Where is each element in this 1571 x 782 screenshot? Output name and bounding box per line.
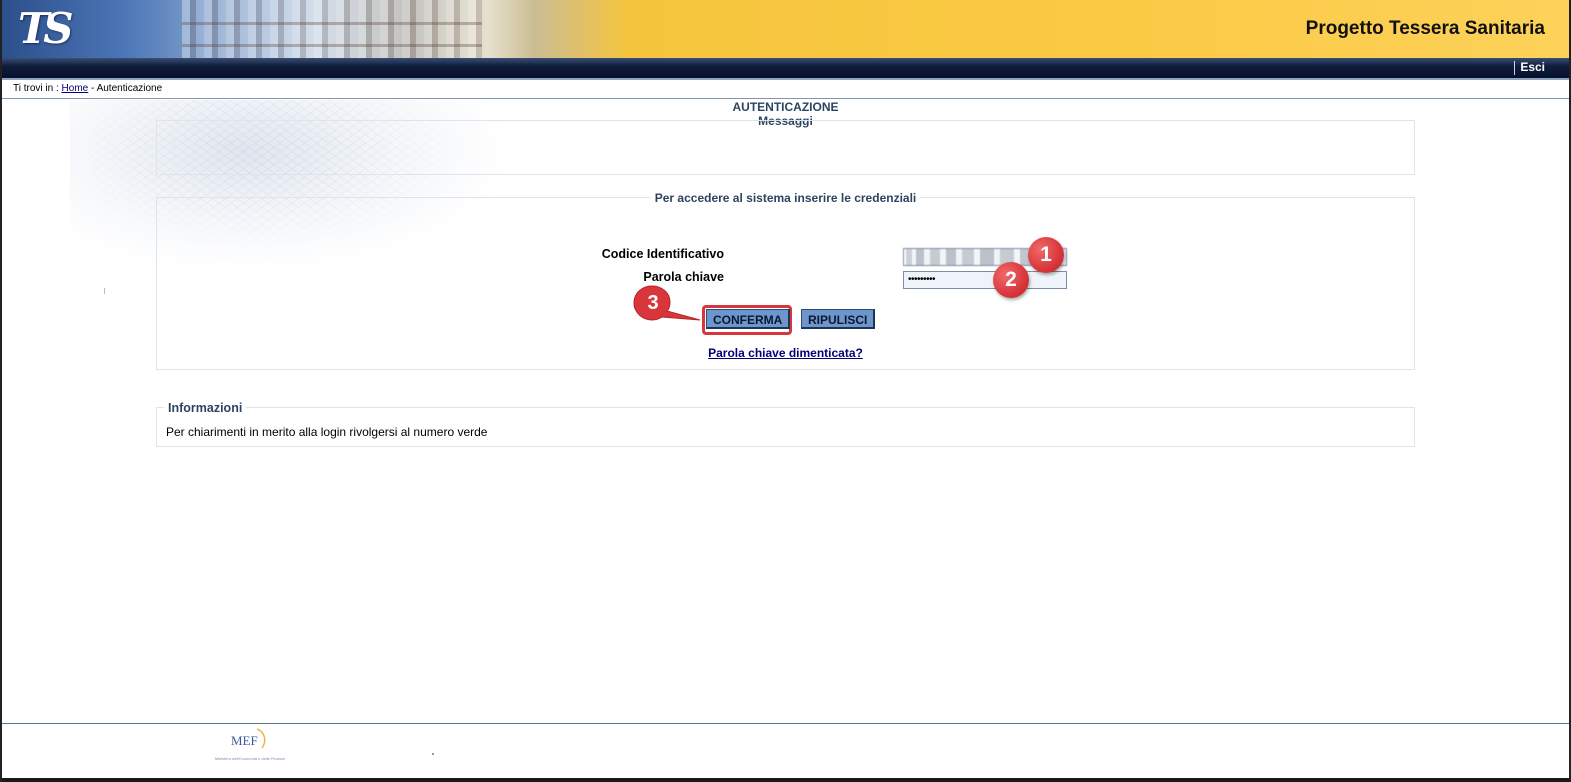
banner-shelf — [182, 44, 482, 47]
breadcrumb-divider — [2, 98, 1569, 99]
logout-link[interactable]: Esci — [1520, 60, 1545, 74]
mef-logo-subtitle: Ministero dell'Economia e delle Finanze — [214, 756, 286, 761]
info-text: Per chiarimenti in merito alla login riv… — [166, 425, 488, 439]
footer-mark — [432, 753, 434, 755]
app-title: Progetto Tessera Sanitaria — [1305, 18, 1545, 39]
forgot-password: Parola chiave dimenticata? — [0, 346, 1571, 360]
annotation-badge-1: 1 — [1028, 237, 1064, 273]
page-title: AUTENTICAZIONE — [732, 100, 839, 114]
info-legend: Informazioni — [164, 401, 247, 415]
password-label: Parola chiave — [643, 270, 724, 284]
reset-button[interactable]: RIPULISCI — [801, 309, 876, 329]
confirm-button[interactable]: CONFERMA — [706, 309, 791, 329]
login-box — [156, 197, 1415, 370]
stray-mark — [104, 288, 105, 294]
mef-logo-arc — [256, 728, 266, 749]
annotation-badge-3: 3 — [647, 292, 659, 314]
login-title-text: Per accedere al sistema inserire le cred… — [650, 191, 921, 205]
breadcrumb-separator: - — [91, 83, 95, 94]
top-navbar — [2, 58, 1569, 78]
user-id-label: Codice Identificativo — [601, 247, 724, 261]
breadcrumb-home-link[interactable]: Home — [62, 83, 89, 94]
messages-box — [156, 120, 1415, 175]
header-banner: TS Progetto Tessera Sanitaria — [2, 0, 1569, 58]
mef-logo-text: MEF — [231, 733, 258, 748]
annotation-badge-2: 2 — [993, 262, 1029, 298]
footer-bottom-border — [2, 778, 1569, 782]
banner-shelf — [182, 22, 482, 25]
navbar-divider — [2, 78, 1569, 80]
breadcrumb: Ti trovi in : Home - Autenticazione — [13, 83, 162, 94]
breadcrumb-prefix: Ti trovi in : — [13, 83, 59, 94]
footer-divider — [2, 723, 1569, 724]
navbar-separator — [1514, 61, 1515, 75]
breadcrumb-current: Autenticazione — [96, 83, 163, 94]
login-title: Per accedere al sistema inserire le cred… — [0, 191, 1571, 205]
mef-logo-icon: MEF — [231, 728, 266, 749]
banner-pharmacy-image — [182, 0, 482, 58]
forgot-password-link[interactable]: Parola chiave dimenticata? — [708, 346, 863, 360]
ts-logo: TS — [18, 4, 74, 53]
password-field[interactable]: ••••••••• — [903, 271, 1067, 289]
